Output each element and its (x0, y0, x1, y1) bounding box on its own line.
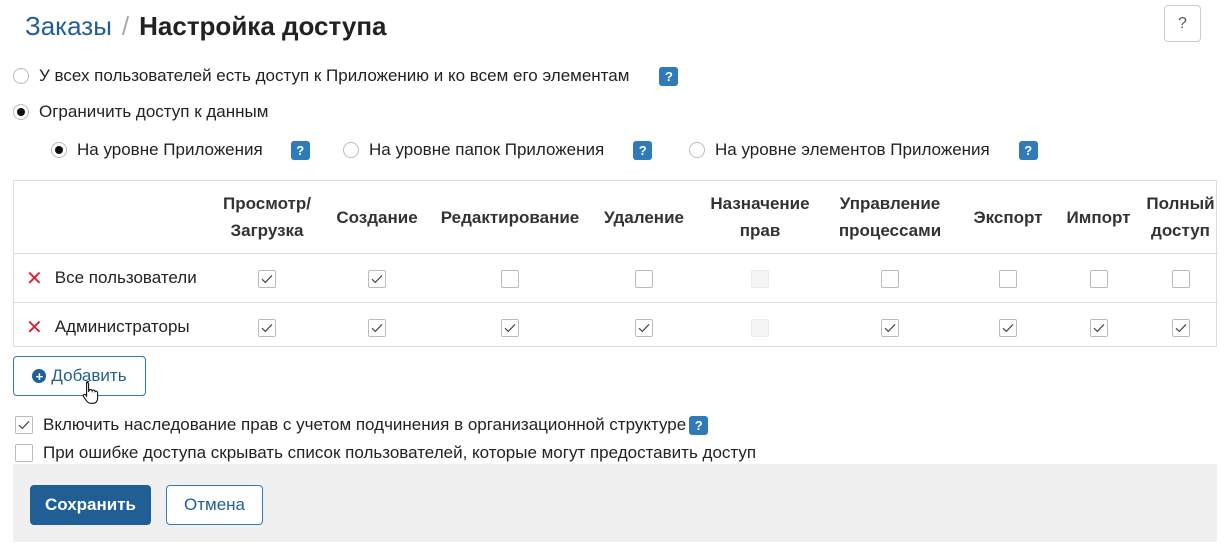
delete-icon[interactable]: ✕ (26, 266, 43, 291)
column-header: Полный доступ (1143, 181, 1218, 254)
cancel-button[interactable]: Отмена (166, 485, 263, 525)
checkmark-icon (371, 274, 383, 283)
checkmark-icon (504, 323, 516, 332)
user-group-name: Все пользователи (54, 267, 197, 287)
column-header: Удаление (586, 181, 702, 254)
inheritance-checkbox[interactable] (15, 416, 33, 434)
footer-bar: Сохранить Отмена (13, 464, 1217, 542)
radio-label: На уровне папок Приложения (369, 140, 605, 159)
permission-checkbox[interactable] (999, 318, 1017, 337)
permission-checkbox[interactable] (881, 318, 899, 337)
permission-checkbox[interactable] (1089, 269, 1108, 288)
breadcrumb: Заказы / Настройка доступа (25, 8, 387, 44)
question-icon: ? (1178, 14, 1187, 32)
permission-checkbox[interactable] (635, 269, 653, 288)
permission-checkbox[interactable] (501, 318, 519, 337)
checkmark-icon (1002, 323, 1014, 332)
checkmark-icon (18, 420, 30, 430)
help-icon[interactable]: ? (659, 66, 679, 86)
permission-checkbox[interactable] (999, 269, 1017, 288)
checkmark-icon (638, 323, 650, 332)
radio-label: Ограничить доступ к данным (39, 102, 269, 121)
radio-level-elements[interactable]: На уровне элементов Приложения ? (689, 140, 1038, 160)
column-header: Создание (320, 181, 434, 254)
column-header: Экспорт (962, 181, 1054, 254)
row-name-cell: ✕ Все пользователи (14, 253, 214, 303)
save-button[interactable]: Сохранить (30, 485, 151, 525)
column-header-name (14, 181, 214, 254)
permission-checkbox[interactable] (368, 318, 386, 337)
radio-button[interactable] (13, 104, 29, 120)
checkmark-icon (1093, 323, 1104, 332)
help-icon[interactable]: ? (1018, 140, 1038, 160)
help-icon[interactable]: ? (290, 140, 310, 160)
radio-restrict-access[interactable]: Ограничить доступ к данным (13, 102, 268, 122)
hand-cursor-icon (82, 381, 99, 404)
permission-checkbox (751, 318, 769, 337)
page-title: Настройка доступа (139, 10, 387, 41)
column-header: Назначение прав (702, 181, 818, 254)
permission-checkbox[interactable] (1171, 318, 1190, 337)
radio-level-app[interactable]: На уровне Приложения ? (51, 140, 310, 160)
radio-label: На уровне элементов Приложения (715, 140, 990, 159)
inheritance-label: Включить наследование прав с учетом подч… (43, 415, 687, 434)
breadcrumb-separator: / (121, 10, 130, 41)
checkmark-icon (884, 323, 896, 332)
permission-checkbox[interactable] (501, 269, 519, 288)
breadcrumb-link-orders[interactable]: Заказы (25, 11, 112, 42)
table-header-row: Просмотр/Загрузка Создание Редактировани… (14, 181, 1218, 254)
permission-checkbox (751, 269, 769, 288)
permission-checkbox[interactable] (368, 269, 386, 288)
radio-label: У всех пользователей есть доступ к Прило… (39, 66, 630, 85)
permission-checkbox[interactable] (1171, 269, 1190, 288)
add-button[interactable]: + Добавить (13, 356, 146, 396)
permission-checkbox[interactable] (881, 269, 899, 288)
inheritance-option[interactable]: Включить наследование прав с учетом подч… (15, 415, 709, 435)
user-group-name: Администраторы (54, 316, 190, 336)
radio-all-access[interactable]: У всех пользователей есть доступ к Прило… (13, 66, 679, 86)
column-header: Просмотр/Загрузка (214, 181, 320, 254)
delete-icon[interactable]: ✕ (26, 315, 43, 340)
permission-checkbox[interactable] (635, 318, 653, 337)
checkmark-icon (1175, 323, 1186, 332)
radio-button[interactable] (343, 142, 359, 158)
table-row: ✕ Администраторы (14, 303, 1218, 352)
checkmark-icon (261, 274, 273, 283)
hide-users-checkbox[interactable] (15, 444, 33, 462)
radio-button[interactable] (51, 142, 67, 158)
checkmark-icon (371, 323, 383, 332)
checkmark-icon (261, 323, 273, 332)
help-button[interactable]: ? (1164, 5, 1201, 42)
radio-button[interactable] (13, 68, 29, 84)
permission-checkbox[interactable] (258, 269, 276, 288)
hide-users-option[interactable]: При ошибке доступа скрывать список польз… (15, 443, 756, 463)
column-header: Редактирование (434, 181, 586, 254)
help-icon[interactable]: ? (689, 415, 709, 435)
radio-label: На уровне Приложения (77, 140, 263, 159)
permissions-table: Просмотр/Загрузка Создание Редактировани… (13, 180, 1218, 347)
row-name-cell: ✕ Администраторы (14, 303, 214, 352)
column-header: Импорт (1054, 181, 1143, 254)
hide-users-label: При ошибке доступа скрывать список польз… (43, 443, 757, 462)
radio-button[interactable] (689, 142, 705, 158)
permission-checkbox[interactable] (1089, 318, 1108, 337)
table-row: ✕ Все пользователи (14, 253, 1218, 303)
permission-checkbox[interactable] (258, 318, 276, 337)
column-header: Управление процессами (818, 181, 962, 254)
plus-circle-icon: + (32, 369, 47, 383)
help-icon[interactable]: ? (633, 140, 653, 160)
radio-level-folders[interactable]: На уровне папок Приложения ? (343, 140, 653, 160)
